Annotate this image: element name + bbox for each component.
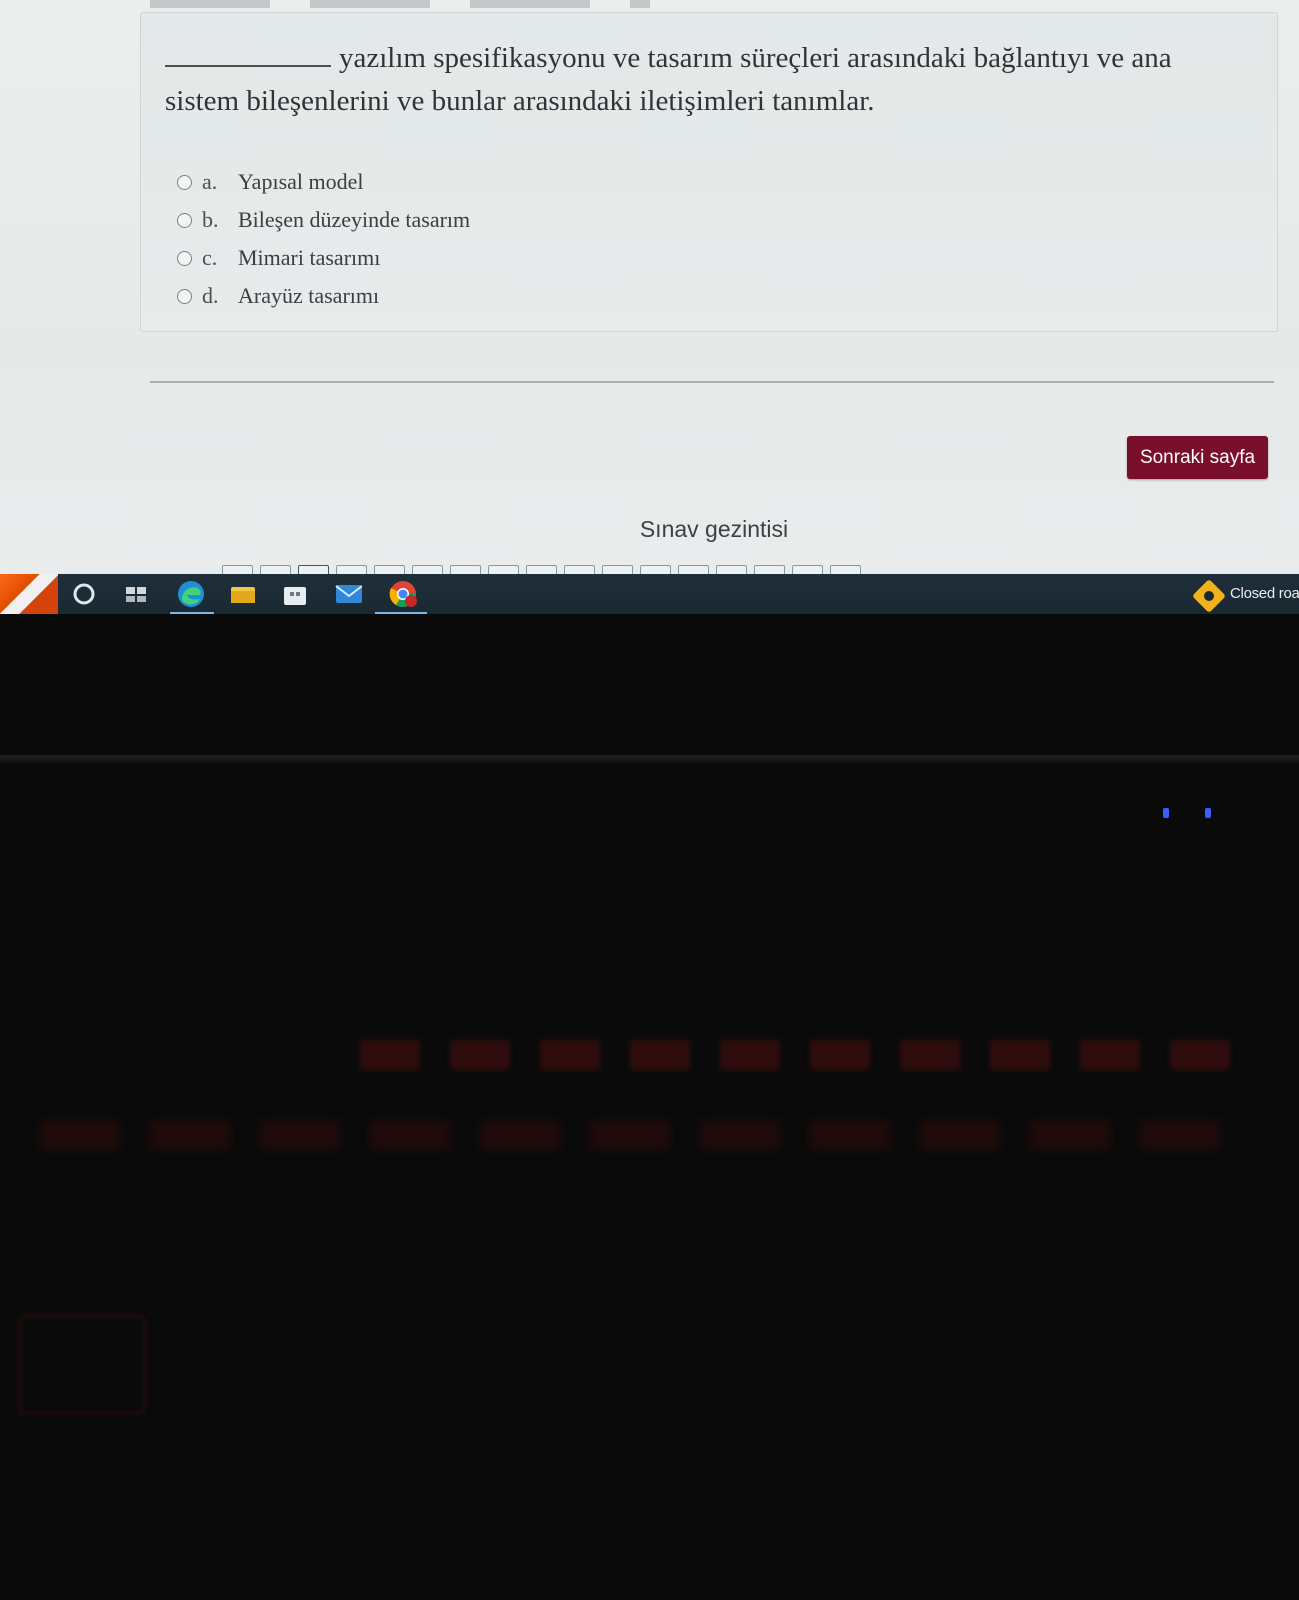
edge-icon[interactable] bbox=[176, 579, 206, 609]
radio-button[interactable] bbox=[177, 250, 192, 266]
file-explorer-icon[interactable] bbox=[229, 581, 257, 607]
store-icon[interactable] bbox=[281, 580, 309, 606]
traffic-notification[interactable]: Closed roa bbox=[1230, 585, 1299, 602]
keyboard-backlight bbox=[360, 1040, 1240, 1070]
status-led bbox=[1205, 808, 1211, 818]
answer-letter: d. bbox=[202, 283, 219, 308]
keyboard-backlight bbox=[40, 1120, 1240, 1150]
radio-button[interactable] bbox=[177, 288, 192, 304]
active-app-indicator bbox=[375, 612, 427, 614]
question-text: yazılım spesifikasyonu ve tasarım süreçl… bbox=[165, 37, 1245, 123]
keyboard-key bbox=[18, 1315, 146, 1415]
answer-option-d[interactable]: d. Arayüz tasarımı bbox=[177, 277, 470, 315]
radio-button[interactable] bbox=[177, 212, 192, 228]
chrome-icon[interactable] bbox=[387, 578, 419, 610]
mail-icon[interactable] bbox=[334, 581, 362, 607]
task-view-icon[interactable] bbox=[122, 581, 150, 607]
warning-diamond-center bbox=[1204, 591, 1214, 601]
answer-option-a[interactable]: a. Yapısal model bbox=[177, 163, 470, 201]
status-led bbox=[1163, 808, 1169, 818]
browser-screen: yazılım spesifikasyonu ve tasarım süreçl… bbox=[0, 0, 1299, 575]
start-icon[interactable] bbox=[0, 574, 58, 614]
answer-letter: a. bbox=[202, 169, 218, 194]
answer-label: Mimari tasarımı bbox=[238, 245, 381, 270]
fill-in-blank bbox=[165, 65, 331, 67]
answer-option-c[interactable]: c. Mimari tasarımı bbox=[177, 239, 470, 277]
active-app-indicator bbox=[170, 612, 214, 614]
tab-strip bbox=[150, 0, 650, 8]
radio-button[interactable] bbox=[177, 174, 192, 190]
answer-option-b[interactable]: b. Bileşen düzeyinde tasarım bbox=[177, 201, 470, 239]
answer-label: Yapısal model bbox=[238, 169, 364, 194]
answer-list: a. Yapısal model b. Bileşen düzeyinde ta… bbox=[177, 163, 470, 315]
next-page-button[interactable]: Sonraki sayfa bbox=[1127, 436, 1268, 479]
question-card: yazılım spesifikasyonu ve tasarım süreçl… bbox=[140, 12, 1278, 332]
answer-label: Arayüz tasarımı bbox=[238, 283, 380, 308]
section-divider bbox=[150, 381, 1274, 383]
answer-letter: c. bbox=[202, 245, 218, 270]
answer-letter: b. bbox=[202, 207, 219, 232]
cortana-icon[interactable] bbox=[70, 581, 98, 607]
question-text-content: yazılım spesifikasyonu ve tasarım süreçl… bbox=[165, 42, 1172, 117]
quiz-navigation-title: Sınav gezintisi bbox=[639, 516, 789, 542]
answer-label: Bileşen düzeyinde tasarım bbox=[238, 207, 471, 232]
monitor-bezel-edge bbox=[0, 755, 1299, 763]
